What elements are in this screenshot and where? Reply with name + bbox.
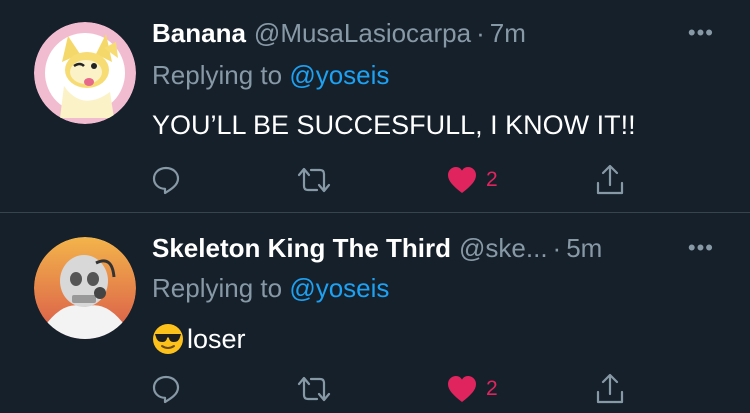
timestamp[interactable]: 5m bbox=[566, 233, 602, 263]
mention-link[interactable]: @yoseis bbox=[289, 60, 389, 90]
like-button[interactable]: 2 bbox=[446, 369, 498, 409]
handle[interactable]: @MusaLasiocarpa bbox=[254, 18, 471, 48]
mention-link[interactable]: @yoseis bbox=[289, 273, 389, 303]
sunglasses-emoji-icon bbox=[153, 324, 183, 354]
retweet-button[interactable] bbox=[296, 369, 332, 409]
tweet-2[interactable]: Skeleton King The Third @ske... · 5m ••• Re… bbox=[0, 213, 750, 413]
retweet-icon bbox=[297, 167, 331, 193]
more-options-icon[interactable]: ••• bbox=[688, 235, 714, 261]
avatar-skeleton-king[interactable] bbox=[34, 237, 136, 339]
share-button[interactable] bbox=[594, 160, 626, 200]
tweet-1[interactable]: Banana @MusaLasiocarpa · 7m ••• Replying to… bbox=[0, 0, 750, 213]
action-bar: 2 bbox=[0, 160, 750, 200]
separator-dot: · bbox=[476, 18, 485, 48]
replying-prefix: Replying to bbox=[152, 60, 283, 90]
display-name[interactable]: Banana bbox=[152, 18, 246, 48]
more-options-icon[interactable]: ••• bbox=[688, 20, 714, 46]
tweet-text: loser bbox=[187, 323, 246, 354]
share-icon bbox=[596, 373, 624, 404]
reply-button[interactable] bbox=[150, 160, 182, 200]
reply-icon bbox=[152, 166, 180, 195]
reply-button[interactable] bbox=[150, 369, 182, 409]
handle[interactable]: @ske... bbox=[459, 233, 548, 263]
action-bar: 2 bbox=[0, 369, 750, 409]
tweet-text: YOU’LL BE SUCCESFULL, I KNOW IT!! bbox=[152, 110, 636, 140]
share-button[interactable] bbox=[594, 369, 626, 409]
like-count: 2 bbox=[486, 377, 498, 400]
share-icon bbox=[596, 164, 624, 195]
like-button[interactable]: 2 bbox=[446, 160, 498, 200]
heart-icon bbox=[448, 376, 476, 402]
tweet-header: Skeleton King The Third @ske... · 5m bbox=[152, 233, 602, 267]
tweet-header: Banana @MusaLasiocarpa · 7m bbox=[152, 18, 526, 52]
tweet-text-row: loser bbox=[152, 323, 246, 355]
heart-icon bbox=[448, 167, 476, 193]
replying-to-line: Replying to @yoseis bbox=[152, 60, 389, 91]
avatar-banana[interactable] bbox=[34, 22, 136, 124]
retweet-button[interactable] bbox=[296, 160, 332, 200]
reply-icon bbox=[152, 375, 180, 404]
display-name[interactable]: Skeleton King The Third bbox=[152, 233, 451, 263]
like-count: 2 bbox=[486, 168, 498, 191]
replying-prefix: Replying to bbox=[152, 273, 283, 303]
separator-dot: · bbox=[552, 233, 562, 263]
replying-to-line: Replying to @yoseis bbox=[152, 273, 389, 304]
timestamp[interactable]: 7m bbox=[490, 18, 526, 48]
retweet-icon bbox=[297, 376, 331, 402]
